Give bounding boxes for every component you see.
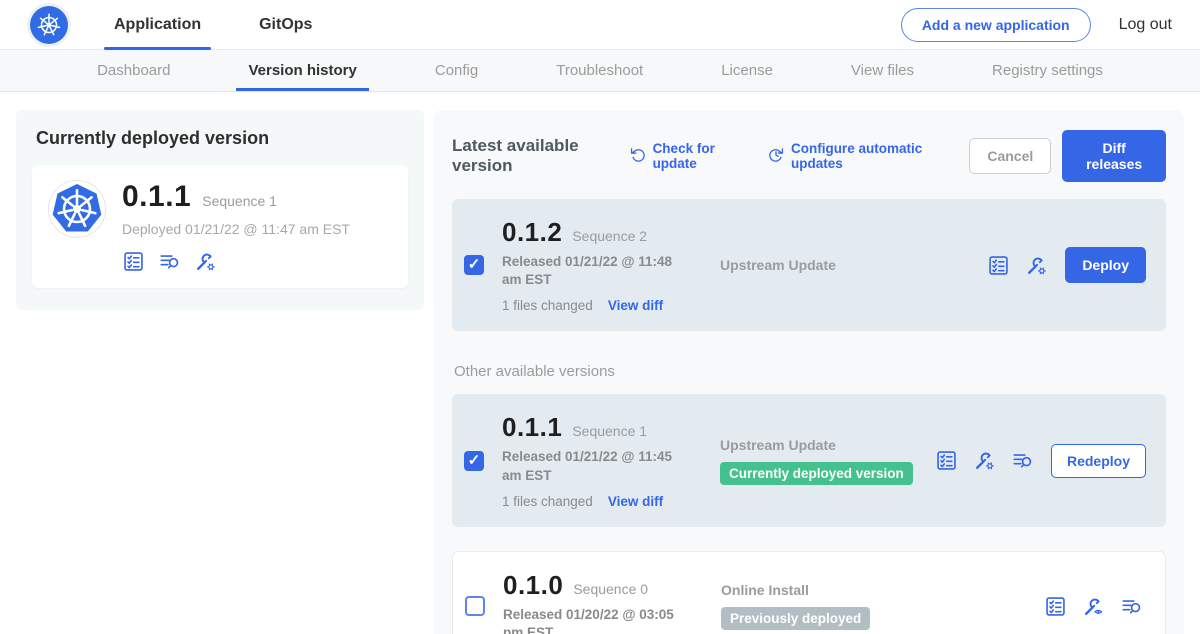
version-info: 0.1.1 Sequence 1 Released 01/21/22 @ 11:…	[502, 412, 720, 508]
subtab-dashboard[interactable]: Dashboard	[85, 50, 182, 91]
subtab-registry-settings[interactable]: Registry settings	[980, 50, 1115, 91]
subtab-license[interactable]: License	[709, 50, 785, 91]
preflight-checklist-icon[interactable]	[1044, 595, 1067, 618]
check-for-update-link[interactable]: Check for update	[629, 141, 741, 171]
checkbox-unchecked[interactable]	[465, 596, 485, 616]
edit-config-wrench-gear-icon[interactable]	[194, 250, 217, 273]
row-action-icons	[935, 449, 1034, 472]
released-timestamp: Released 01/21/22 @ 11:45 am EST	[502, 448, 694, 484]
version-number: 0.1.1	[502, 412, 562, 443]
version-source: Online Install Previously deployed	[721, 582, 1044, 630]
tab-gitops[interactable]: GitOps	[253, 0, 318, 50]
sequence-label: Sequence 2	[572, 228, 647, 244]
version-source: Upstream Update Currently deployed versi…	[720, 437, 935, 485]
currently-deployed-title: Currently deployed version	[36, 128, 404, 149]
version-info: 0.1.0 Sequence 0 Released 01/20/22 @ 03:…	[503, 570, 721, 634]
released-timestamp: Released 01/20/22 @ 03:05 pm EST	[503, 606, 695, 634]
version-info: 0.1.2 Sequence 2 Released 01/21/22 @ 11:…	[502, 217, 720, 313]
files-changed-label: 1 files changed	[502, 298, 593, 313]
view-diff-link[interactable]: View diff	[608, 494, 663, 509]
version-number: 0.1.2	[502, 217, 562, 248]
sequence-label: Sequence 1	[572, 423, 647, 439]
main-content: Currently deployed version 0.1.1 Sequenc…	[0, 92, 1200, 634]
deployed-version-info: 0.1.1 Sequence 1 Deployed 01/21/22 @ 11:…	[122, 180, 350, 273]
other-available-versions-label: Other available versions	[454, 363, 1166, 380]
latest-available-title: Latest available version	[452, 136, 613, 176]
checkbox-checked[interactable]	[464, 255, 484, 275]
source-label: Upstream Update	[720, 437, 925, 453]
deployed-version-number: 0.1.1	[122, 180, 191, 214]
deployed-sequence: Sequence 1	[202, 193, 277, 209]
currently-deployed-card: Currently deployed version 0.1.1 Sequenc…	[16, 110, 424, 310]
logout-link[interactable]: Log out	[1119, 16, 1172, 34]
source-label: Online Install	[721, 582, 1034, 598]
previously-deployed-badge: Previously deployed	[721, 607, 870, 630]
row-action-icons	[987, 254, 1048, 277]
top-nav-right: Add a new application Log out	[901, 8, 1172, 42]
subtab-version-history[interactable]: Version history	[236, 50, 368, 91]
subtab-troubleshoot[interactable]: Troubleshoot	[544, 50, 655, 91]
version-number: 0.1.0	[503, 570, 563, 601]
edit-config-wrench-gear-icon[interactable]	[1025, 254, 1048, 277]
source-label: Upstream Update	[720, 257, 977, 273]
view-files-magnifier-icon[interactable]	[1011, 449, 1034, 472]
preflight-checklist-icon[interactable]	[122, 250, 145, 273]
preflight-checklist-icon[interactable]	[935, 449, 958, 472]
top-tabs: Application GitOps	[108, 0, 364, 50]
check-for-update-label: Check for update	[653, 141, 741, 171]
deploy-button[interactable]: Deploy	[1065, 247, 1146, 283]
version-source: Upstream Update	[720, 257, 987, 273]
clock-refresh-icon	[767, 146, 785, 167]
app-sub-nav: Dashboard Version history Config Trouble…	[0, 50, 1200, 92]
sequence-label: Sequence 0	[573, 581, 648, 597]
kubernetes-logo[interactable]	[30, 6, 68, 44]
version-row-0-1-0: 0.1.0 Sequence 0 Released 01/20/22 @ 03:…	[452, 551, 1166, 634]
subtab-config[interactable]: Config	[423, 50, 490, 91]
cancel-button[interactable]: Cancel	[969, 138, 1051, 174]
diff-releases-button[interactable]: Diff releases	[1062, 130, 1166, 182]
top-nav: Application GitOps Add a new application…	[0, 0, 1200, 50]
deployed-version-card: 0.1.1 Sequence 1 Deployed 01/21/22 @ 11:…	[32, 165, 408, 288]
deployed-action-icons	[122, 250, 350, 273]
redeploy-button[interactable]: Redeploy	[1051, 444, 1146, 478]
refresh-arrow-icon	[629, 146, 647, 167]
row-action-icons	[1044, 595, 1143, 618]
panel-header: Latest available version Check for updat…	[452, 130, 1166, 182]
view-config-wrench-eye-icon[interactable]	[1082, 595, 1105, 618]
subtab-view-files[interactable]: View files	[839, 50, 926, 91]
add-new-application-button[interactable]: Add a new application	[901, 8, 1091, 42]
configure-automatic-updates-label: Configure automatic updates	[791, 141, 943, 171]
view-diff-link[interactable]: View diff	[608, 298, 663, 313]
preflight-checklist-icon[interactable]	[987, 254, 1010, 277]
version-row-0-1-2: 0.1.2 Sequence 2 Released 01/21/22 @ 11:…	[452, 199, 1166, 331]
tab-application[interactable]: Application	[108, 0, 207, 50]
currently-deployed-badge: Currently deployed version	[720, 462, 913, 485]
available-versions-panel: Latest available version Check for updat…	[434, 110, 1184, 634]
view-files-magnifier-icon[interactable]	[1120, 595, 1143, 618]
edit-config-wrench-gear-icon[interactable]	[973, 449, 996, 472]
app-icon-badge	[48, 180, 106, 238]
version-row-0-1-1: 0.1.1 Sequence 1 Released 01/21/22 @ 11:…	[452, 394, 1166, 526]
files-changed-label: 1 files changed	[502, 494, 593, 509]
configure-automatic-updates-link[interactable]: Configure automatic updates	[767, 141, 943, 171]
view-files-magnifier-icon[interactable]	[158, 250, 181, 273]
kubernetes-wheel-icon	[34, 10, 64, 40]
kubernetes-heptagon-icon	[51, 183, 103, 235]
checkbox-checked[interactable]	[464, 451, 484, 471]
released-timestamp: Released 01/21/22 @ 11:48 am EST	[502, 253, 694, 289]
deployed-timestamp: Deployed 01/21/22 @ 11:47 am EST	[122, 221, 350, 237]
